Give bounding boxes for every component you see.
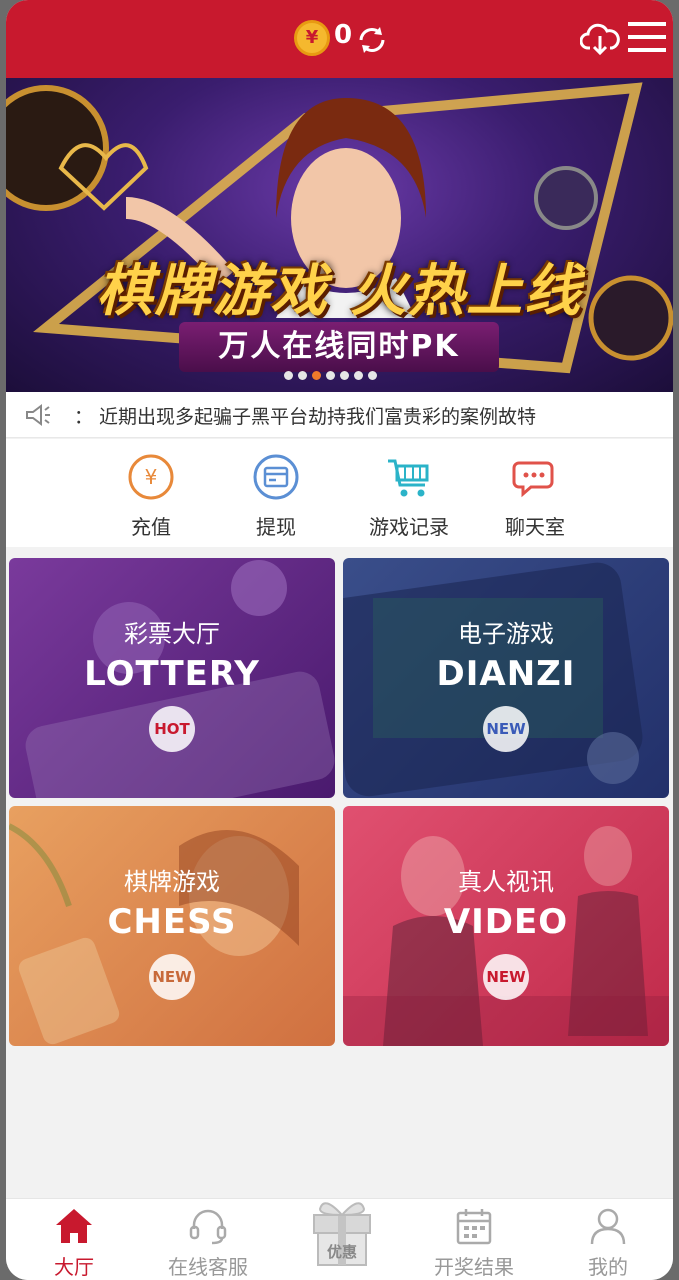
pagination-dot[interactable] [340, 371, 349, 380]
notice-bar[interactable]: ： 近期出现多起骗子黑平台劫持我们富贵彩的案例故特 [6, 392, 673, 438]
hot-badge: HOT [149, 706, 195, 752]
new-badge: NEW [483, 954, 529, 1000]
banner-subtitle: 万人在线同时PK [179, 322, 499, 372]
chat-room-button[interactable]: 聊天室 [475, 453, 595, 540]
new-badge: NEW [483, 706, 529, 752]
nav-lobby[interactable]: 大厅 [14, 1207, 134, 1280]
recharge-button[interactable]: ¥ 充值 [91, 453, 211, 540]
refresh-icon[interactable] [354, 22, 390, 58]
nav-label: 在线客服 [168, 1255, 248, 1279]
headset-icon [189, 1209, 227, 1245]
notice-text: ： 近期出现多起骗子黑平台劫持我们富贵彩的案例故特 [74, 406, 537, 428]
user-icon [590, 1208, 626, 1245]
nav-promotions[interactable]: 优惠 [302, 1191, 382, 1269]
promo-banner[interactable]: 棋牌游戏 火热上线 万人在线同时PK [6, 78, 673, 392]
game-title-en: DIANZI [436, 654, 576, 694]
svg-text:¥: ¥ [145, 465, 158, 489]
menu-icon[interactable] [628, 20, 666, 54]
withdraw-button[interactable]: 提现 [216, 453, 336, 540]
nav-profile[interactable]: 我的 [548, 1207, 668, 1280]
game-records-button[interactable]: 游戏记录 [349, 453, 469, 540]
pagination-dot[interactable] [284, 371, 293, 380]
calendar-icon [456, 1209, 492, 1245]
game-card-chess[interactable]: 棋牌游戏 CHESS NEW [9, 806, 335, 1046]
game-title-cn: 彩票大厅 [124, 620, 220, 648]
pagination-dot[interactable] [368, 371, 377, 380]
nav-draw-results[interactable]: 开奖结果 [414, 1207, 534, 1280]
coin-icon: ¥ [294, 20, 330, 56]
game-card-dianzi[interactable]: 电子游戏 DIANZI NEW [343, 558, 669, 798]
nav-customer-service[interactable]: 在线客服 [148, 1207, 268, 1280]
game-title-cn: 电子游戏 [458, 620, 554, 648]
game-records-label: 游戏记录 [369, 515, 449, 539]
cart-icon [388, 459, 429, 497]
pagination-dot[interactable] [298, 371, 307, 380]
chat-room-label: 聊天室 [505, 515, 565, 539]
game-title-en: CHESS [107, 902, 237, 942]
quick-actions: ¥ 充值 提现 游戏记录 聊天室 [6, 439, 673, 547]
pagination-dot[interactable] [326, 371, 335, 380]
bottom-nav: 大厅 在线客服 优惠 开奖结果 我的 [6, 1198, 673, 1280]
nav-label: 大厅 [54, 1255, 94, 1279]
recharge-icon: ¥ [128, 454, 174, 500]
game-title-en: LOTTERY [84, 654, 260, 694]
phone-frame: ¥ 0 棋牌游戏 火热上线 万人在线同时PK ： 近期出现多起骗子黑平台劫持我们… [6, 0, 673, 1280]
pagination-dot-active[interactable] [312, 371, 321, 380]
pagination-dot[interactable] [354, 371, 363, 380]
home-icon [56, 1209, 92, 1243]
gift-label: 优惠 [327, 1243, 357, 1261]
cloud-download-icon[interactable] [580, 20, 620, 56]
nav-label: 开奖结果 [434, 1255, 514, 1279]
gift-icon: 优惠 [313, 1202, 371, 1266]
withdraw-label: 提现 [256, 515, 296, 539]
new-badge: NEW [149, 954, 195, 1000]
top-header: ¥ 0 [6, 0, 673, 78]
game-title-en: VIDEO [443, 902, 569, 942]
banner-title: 棋牌游戏 火热上线 [96, 259, 583, 324]
recharge-label: 充值 [131, 515, 171, 539]
speaker-icon [26, 404, 50, 426]
game-card-lottery[interactable]: 彩票大厅 LOTTERY HOT [9, 558, 335, 798]
chat-icon [512, 461, 554, 498]
balance-value: 0 [334, 20, 353, 50]
game-card-video[interactable]: 真人视讯 VIDEO NEW [343, 806, 669, 1046]
withdraw-icon [253, 454, 299, 500]
game-title-cn: 真人视讯 [458, 868, 554, 896]
game-title-cn: 棋牌游戏 [124, 868, 220, 896]
nav-label: 我的 [588, 1255, 628, 1279]
